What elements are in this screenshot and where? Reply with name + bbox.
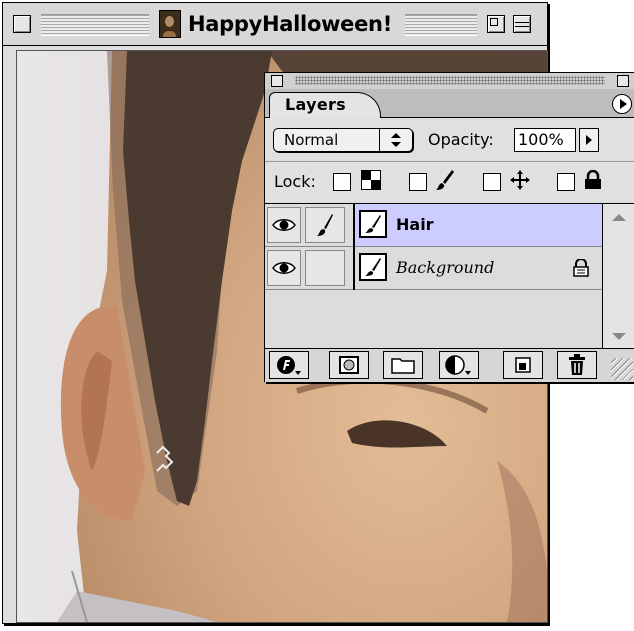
new-layer-icon: [515, 357, 531, 373]
blend-row: Normal Opacity: 100%: [265, 118, 634, 160]
collapse-lines: [515, 22, 529, 27]
new-fill-adjustment-icon: [445, 355, 471, 375]
document-title-bar[interactable]: HappyHalloween!: [3, 3, 547, 46]
layer-row-hair[interactable]: Hair: [265, 204, 603, 247]
hair-layer-thumbnail: [359, 210, 387, 238]
palette-drag-area: [295, 76, 605, 85]
layer-list-scrollbar[interactable]: [602, 203, 634, 348]
lock-row: Lock:: [265, 161, 634, 202]
palette-footer: [265, 348, 634, 382]
title-bar-stripes: [41, 14, 149, 36]
delete-layer-button[interactable]: [557, 351, 597, 379]
selection-highlight: [355, 204, 603, 246]
palette-title-bar[interactable]: [265, 73, 634, 90]
lock-image-checkbox[interactable]: [409, 173, 427, 191]
palette-close-box[interactable]: [271, 75, 283, 87]
trash-icon: [569, 354, 585, 375]
visibility-eye-icon[interactable]: [267, 207, 301, 243]
opacity-input[interactable]: 100%: [514, 128, 576, 152]
new-fill-adjustment-button[interactable]: [439, 351, 479, 379]
add-mask-button[interactable]: [329, 351, 369, 379]
close-box[interactable]: [13, 15, 31, 33]
lock-all-checkbox[interactable]: [557, 173, 575, 191]
collapse-box[interactable]: [513, 15, 531, 33]
layer-divider: [353, 247, 355, 290]
layer-list[interactable]: Hair Background: [265, 203, 603, 348]
layer-divider: [353, 204, 355, 247]
palette-tab-row: Layers: [265, 89, 634, 118]
background-layer-thumbnail: [359, 253, 387, 281]
new-set-icon: [391, 358, 415, 374]
palette-collapse-box[interactable]: [617, 75, 629, 87]
layer-name-background: Background: [396, 258, 495, 277]
scroll-up-arrow-icon[interactable]: [612, 214, 626, 221]
lock-transparency-checkbox[interactable]: [333, 173, 351, 191]
layer-effects-button[interactable]: [269, 351, 309, 379]
document-title: HappyHalloween!: [188, 12, 392, 36]
zoom-box[interactable]: [487, 15, 505, 33]
tab-layers[interactable]: Layers: [269, 92, 381, 118]
opacity-label: Opacity:: [428, 130, 494, 149]
layer-row-background[interactable]: Background: [265, 247, 603, 290]
link-cell[interactable]: [305, 250, 345, 286]
document-proxy-icon[interactable]: [159, 10, 181, 38]
layer-effects-icon: [277, 356, 301, 375]
palette-resize-grip[interactable]: [611, 358, 633, 380]
new-set-button[interactable]: [383, 351, 423, 379]
new-layer-button[interactable]: [503, 351, 543, 379]
scroll-down-arrow-icon[interactable]: [612, 333, 626, 340]
transparency-icon: [359, 168, 383, 192]
lock-icon: [581, 168, 605, 192]
title-bar-stripes-right: [405, 14, 477, 36]
visibility-eye-icon[interactable]: [267, 250, 301, 286]
lock-position-checkbox[interactable]: [483, 173, 501, 191]
opacity-slider-button[interactable]: [579, 128, 599, 152]
layer-name-hair: Hair: [396, 215, 434, 234]
layers-palette: Layers Normal Opacity: 100% Lock: Hair B…: [264, 72, 634, 382]
paintbrush-icon[interactable]: [305, 207, 345, 243]
blend-mode-value: Normal: [284, 131, 339, 149]
document-title-group: HappyHalloween!: [153, 10, 398, 38]
blend-mode-select[interactable]: Normal: [273, 128, 413, 152]
updown-arrows-icon: [379, 129, 412, 151]
zoom-inner-square: [490, 18, 498, 26]
brush-icon: [433, 168, 457, 192]
move-arrows-icon: [508, 168, 532, 192]
add-mask-icon: [339, 356, 359, 374]
lock-label: Lock:: [274, 172, 316, 191]
palette-menu-button[interactable]: [612, 94, 632, 114]
background-lock-icon: [573, 258, 589, 281]
